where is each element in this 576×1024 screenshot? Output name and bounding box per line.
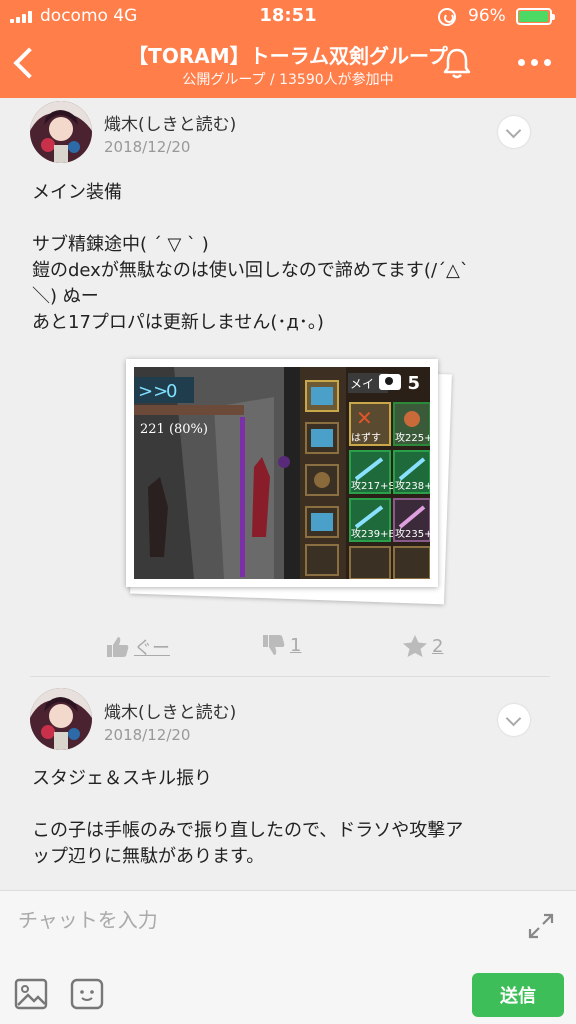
hud-hp: 221 (80%) (140, 422, 208, 437)
chevron-down-icon[interactable] (498, 116, 530, 148)
dislike-count: 1 (290, 634, 302, 656)
post-line (32, 206, 552, 232)
chat-input[interactable] (18, 905, 498, 935)
star-button[interactable]: 2 (402, 634, 443, 658)
battery-percent: 96% (468, 6, 506, 26)
group-title: 【TORAM】トーラム双剣グループ (128, 44, 448, 68)
back-button[interactable] (10, 44, 40, 82)
post-line: スタジェ＆スキル振り (32, 768, 212, 789)
star-count: 2 (432, 635, 444, 657)
item-label: 攻238+ (395, 479, 430, 492)
post-feed: 熾木(しきと読む) 2018/12/20 メイン装備 サブ精錬途中( ´ ▽ `… (0, 98, 576, 890)
post-line: メイン装備 (32, 182, 122, 203)
author-name[interactable]: 熾木(しきと読む) (104, 698, 236, 723)
remove-label: はずす (351, 432, 381, 444)
item-label: 攻235+ (395, 527, 430, 540)
post-date: 2018/12/20 (104, 138, 191, 156)
thumbs-up-icon (107, 637, 129, 657)
like-button[interactable]: ぐー (106, 634, 170, 660)
photo-count-badge: 5 (379, 373, 420, 394)
hud-value: 0 (166, 381, 177, 402)
post-line: ＼) ぬー (32, 286, 99, 307)
post-line: あと17プロパは更新しません(･д･。) (32, 312, 324, 333)
post-actions: ぐー 1 2 (0, 628, 576, 664)
game-screenshot: >> 0 221 (80%) メイ ✕ はずす 攻225+ 攻217+S 攻23… (134, 367, 430, 579)
image-icon[interactable] (14, 977, 48, 1011)
sticker-icon[interactable] (70, 977, 104, 1011)
photo-album[interactable]: >> 0 221 (80%) メイ ✕ はずす 攻225+ 攻217+S 攻23… (120, 353, 460, 613)
chevron-down-icon[interactable] (498, 704, 530, 736)
post-line: サブ精錬途中( ´ ▽ ` ) (32, 234, 209, 255)
post-line (32, 792, 552, 818)
app-header: docomo 4G 18:51 96% 【TORAM】トーラム双剣グループ 公開… (0, 0, 576, 98)
author-name[interactable]: 熾木(しきと読む) (104, 110, 236, 135)
menu-label: メイ (350, 377, 374, 391)
post-card: 熾木(しきと読む) 2018/12/20 メイン装備 サブ精錬途中( ´ ▽ `… (0, 98, 576, 678)
item-label: 攻217+S (351, 479, 395, 492)
dislike-button[interactable]: 1 (262, 634, 301, 656)
svg-text:>>: >> (138, 381, 168, 402)
avatar[interactable] (30, 688, 92, 750)
group-subtitle: 公開グループ / 13590人が参加中 (182, 72, 394, 88)
post-divider (30, 676, 550, 677)
more-options-button[interactable] (514, 52, 554, 72)
send-button[interactable]: 送信 (472, 973, 564, 1017)
bell-icon[interactable] (440, 46, 474, 80)
like-label: ぐー (134, 638, 170, 659)
post-body: スタジェ＆スキル振り この子は手帳のみで振り直したので、ドラソや攻撃ア ップ辺り… (32, 766, 552, 870)
camera-icon (379, 374, 402, 390)
rotation-lock-icon (438, 8, 456, 26)
item-label: 攻239+B (351, 527, 395, 540)
post-body: メイン装備 サブ精錬途中( ´ ▽ ` ) 鎧のdexが無駄なのは使い回しなので… (32, 180, 552, 336)
battery-icon (516, 8, 555, 25)
photo-frame: >> 0 221 (80%) メイ ✕ はずす 攻225+ 攻217+S 攻23… (126, 359, 438, 587)
item-label: 攻225+ (395, 431, 430, 444)
nav-bar: 【TORAM】トーラム双剣グループ 公開グループ / 13590人が参加中 (0, 32, 576, 98)
photo-count: 5 (407, 373, 420, 394)
chat-composer: 送信 (0, 890, 576, 1024)
thumbs-down-icon (263, 635, 285, 655)
status-bar: docomo 4G 18:51 96% (0, 0, 576, 32)
star-icon (403, 635, 427, 657)
post-line: 鎧のdexが無駄なのは使い回しなので諦めてます(/´△` (32, 260, 469, 281)
post-line: この子は手帳のみで振り直したので、ドラソや攻撃ア (32, 820, 464, 841)
expand-icon[interactable] (526, 911, 556, 941)
avatar[interactable] (30, 101, 92, 163)
svg-text:✕: ✕ (356, 406, 373, 430)
post-date: 2018/12/20 (104, 726, 191, 744)
post-card: 熾木(しきと読む) 2018/12/20 スタジェ＆スキル振り この子は手帳のみ… (0, 688, 576, 890)
post-line: ップ辺りに無駄があります。 (32, 846, 265, 867)
